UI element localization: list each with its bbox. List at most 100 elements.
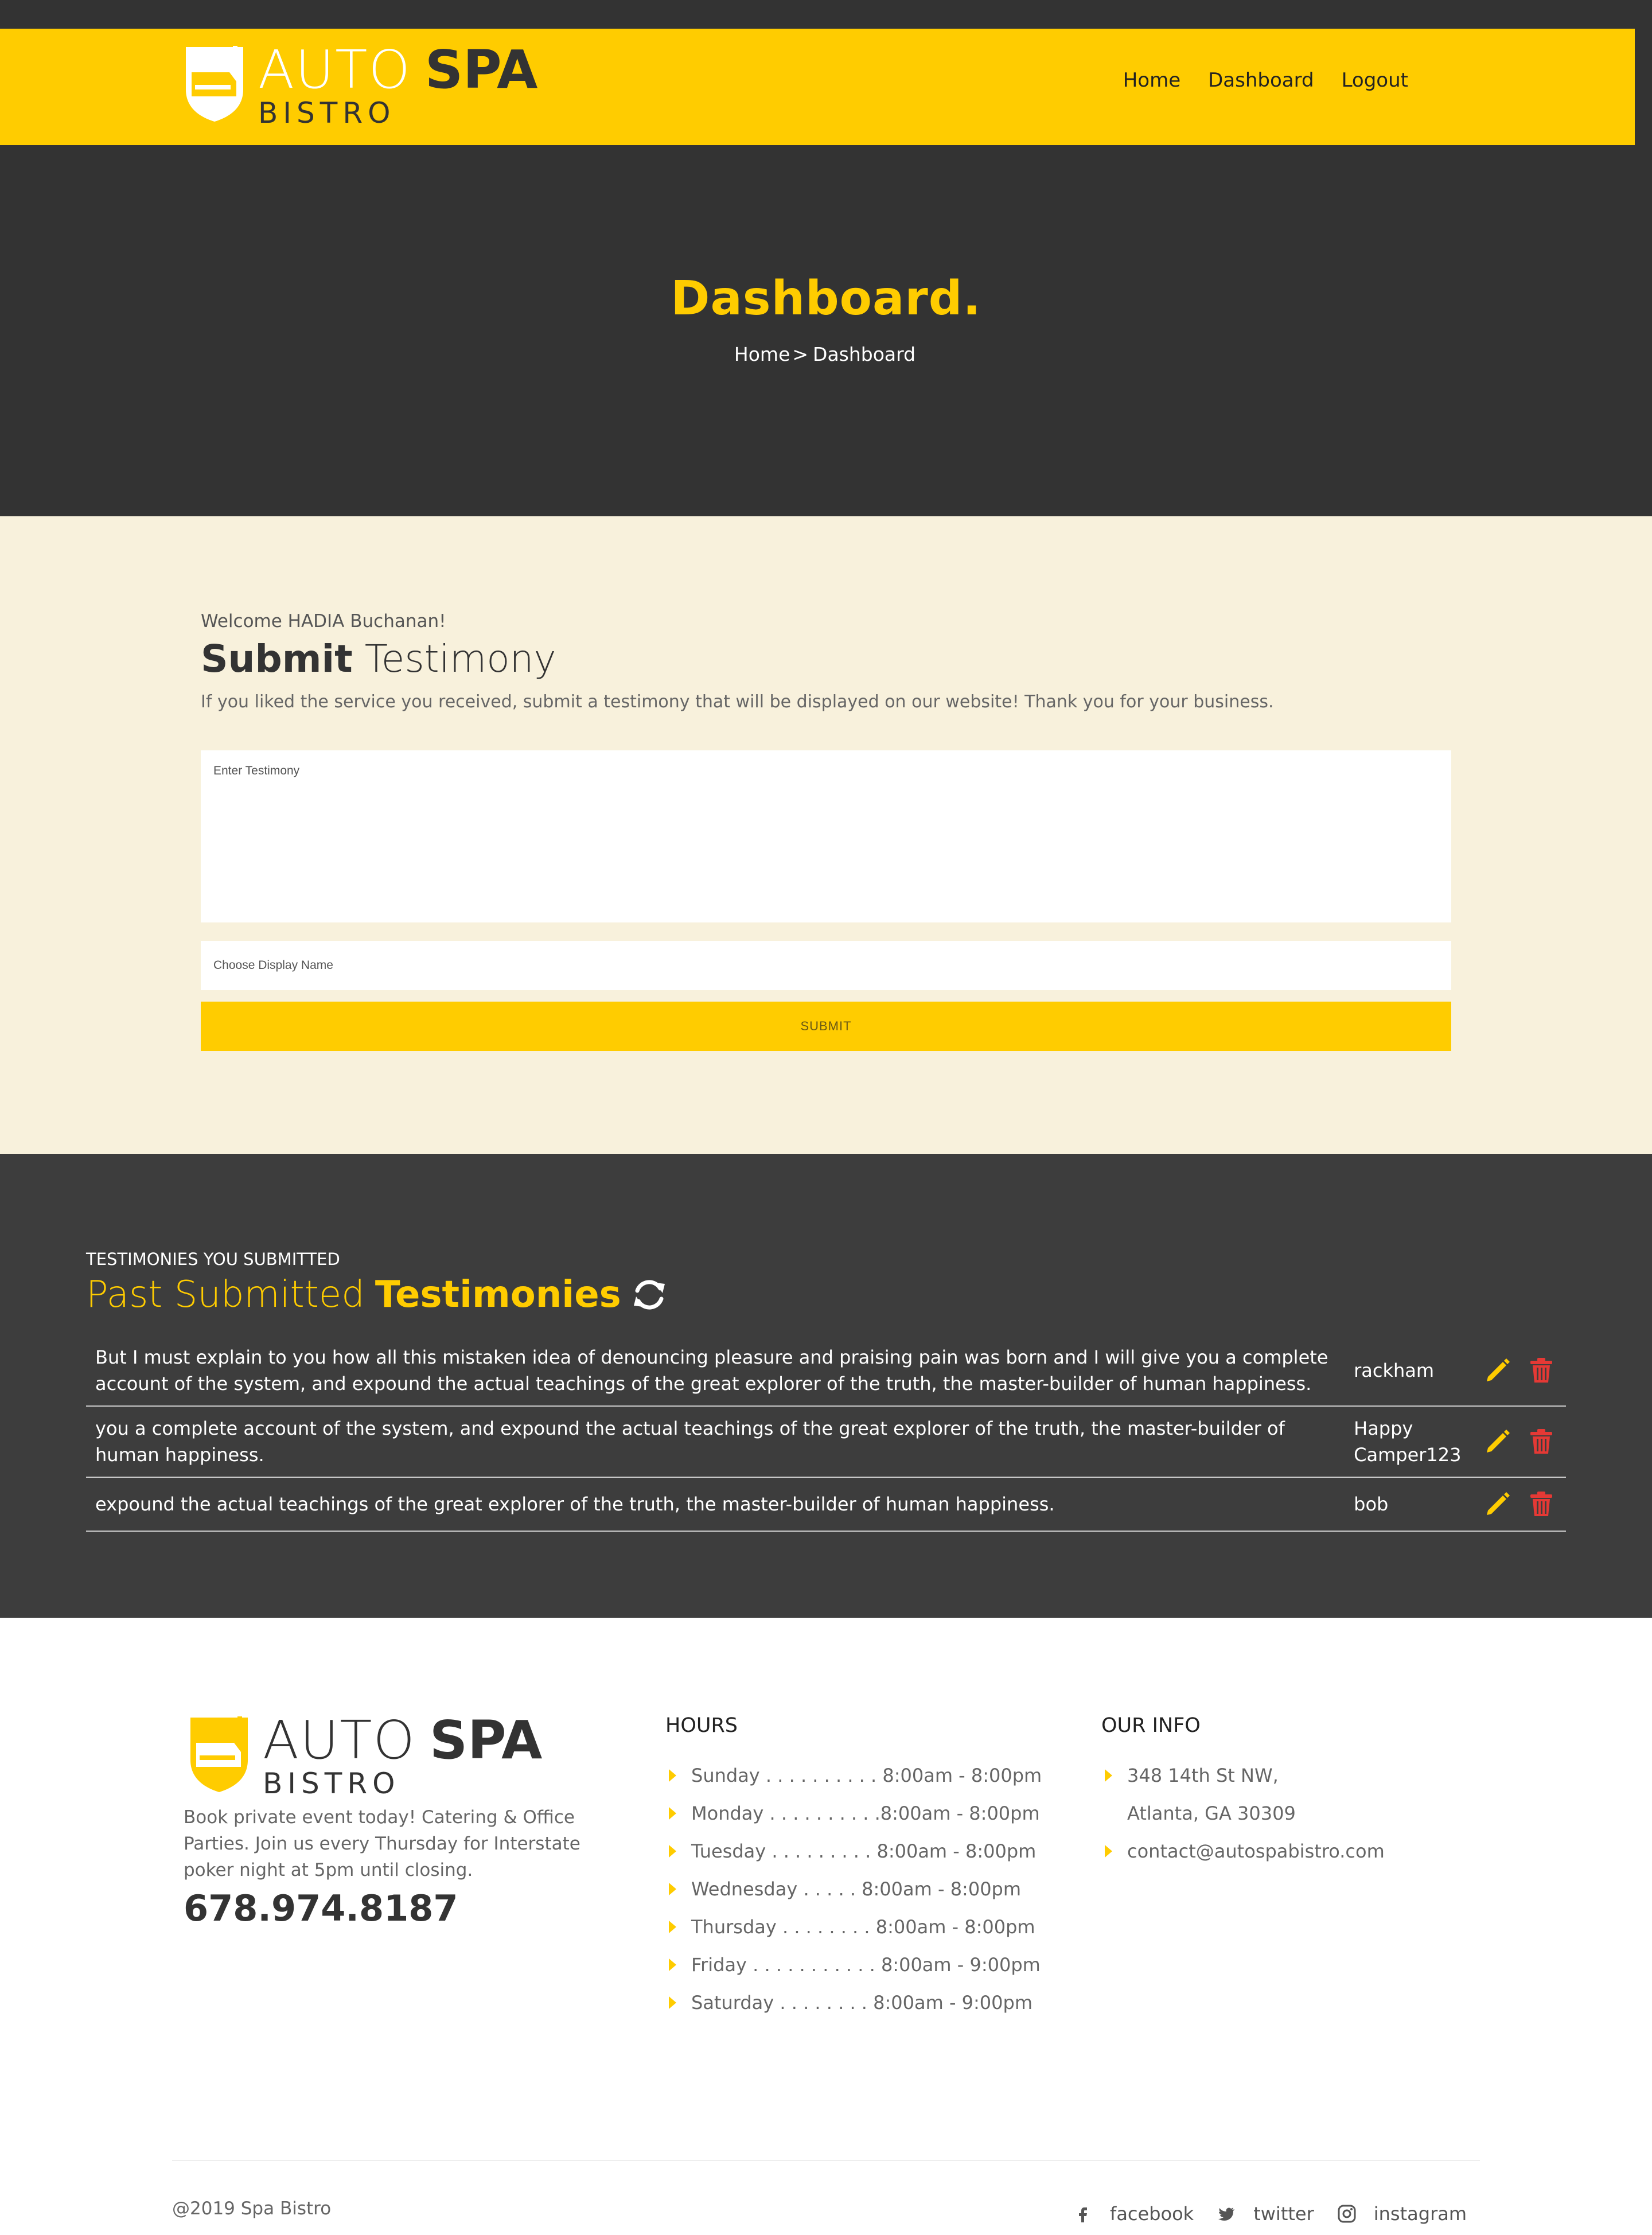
breadcrumb-current: Dashboard <box>813 343 916 365</box>
table-row: But I must explain to you how all this m… <box>86 1335 1566 1406</box>
testimony-name: bob <box>1354 1493 1389 1515</box>
past-title-light: Past Submitted <box>86 1274 365 1316</box>
arrow-right-icon <box>669 1921 676 1933</box>
info-list: 348 14th St NW, Atlanta, GA 30309 contac… <box>1101 1765 1385 1878</box>
edit-pencil-icon[interactable] <box>1483 1490 1512 1518</box>
social-links: facebook twitter instagram <box>1050 2203 1467 2225</box>
hours-entry: Sunday . . . . . . . . . . 8:00am - 8:00… <box>691 1765 1042 1786</box>
testimony-name: rackham <box>1354 1359 1435 1381</box>
top-strip <box>0 0 1652 29</box>
submit-button[interactable]: SUBMIT <box>201 1002 1451 1051</box>
arrow-right-icon <box>669 1883 676 1895</box>
hours-entry: Thursday . . . . . . . . 8:00am - 8:00pm <box>691 1916 1035 1938</box>
instagram-link[interactable]: instagram <box>1374 2203 1467 2225</box>
arrow-right-icon <box>1105 1845 1112 1858</box>
info-title: OUR INFO <box>1101 1714 1201 1737</box>
list-item: Atlanta, GA 30309 <box>1101 1802 1385 1840</box>
nav-logout-link[interactable]: Logout <box>1342 69 1408 92</box>
site-footer: AUTO SPA BISTRO Book private event today!… <box>0 1618 1652 2235</box>
row-actions <box>1468 1406 1566 1477</box>
hours-entry: Wednesday . . . . . 8:00am - 8:00pm <box>691 1878 1022 1900</box>
email-link[interactable]: contact@autospabistro.com <box>1127 1840 1385 1862</box>
logo-auto-text: AUTO <box>263 1710 416 1771</box>
breadcrumb: Home > Dashboard <box>0 343 1652 365</box>
table-row: you a complete account of the system, an… <box>86 1406 1566 1477</box>
display-name-input[interactable] <box>201 941 1451 990</box>
testimony-textarea[interactable] <box>201 750 1451 922</box>
address-line-2: Atlanta, GA 30309 <box>1127 1802 1296 1824</box>
facebook-icon[interactable] <box>1073 2204 1093 2224</box>
submit-intro: If you liked the service you received, s… <box>201 692 1274 712</box>
testimony-text: But I must explain to you how all this m… <box>95 1346 1328 1395</box>
logo-bistro-text: BISTRO <box>258 96 396 130</box>
footer-logo[interactable]: AUTO SPA BISTRO <box>188 1714 542 1798</box>
logo-auto-text: AUTO <box>258 39 411 100</box>
main-nav: Home Dashboard Logout <box>1123 69 1408 92</box>
logo-spa-text: SPA <box>424 39 538 100</box>
list-item: Saturday . . . . . . . . 8:00am - 9:00pm <box>665 1992 1042 2030</box>
past-title-bold: Testimonies <box>375 1274 621 1316</box>
edit-pencil-icon[interactable] <box>1483 1356 1512 1385</box>
hours-title: HOURS <box>665 1714 738 1737</box>
logo-shield-icon <box>184 44 251 124</box>
address-line-1: 348 14th St NW, <box>1127 1765 1279 1786</box>
row-actions <box>1468 1477 1566 1531</box>
testimony-text: you a complete account of the system, an… <box>95 1418 1285 1466</box>
past-title: Past Submitted Testimonies <box>86 1274 668 1316</box>
breadcrumb-home-link[interactable]: Home <box>734 343 790 365</box>
list-item: Wednesday . . . . . 8:00am - 8:00pm <box>665 1878 1042 1916</box>
footer-phone[interactable]: 678.974.8187 <box>184 1887 458 1929</box>
past-testimonies-section: TESTIMONIES YOU SUBMITTED Past Submitted… <box>0 1154 1652 1618</box>
hours-entry: Tuesday . . . . . . . . . 8:00am - 8:00p… <box>691 1840 1037 1862</box>
twitter-icon[interactable] <box>1217 2204 1236 2224</box>
table-row: expound the actual teachings of the grea… <box>86 1477 1566 1531</box>
row-actions <box>1468 1335 1566 1406</box>
arrow-right-icon <box>669 1769 676 1782</box>
submit-testimony-section: Welcome HADIA Buchanan! Submit Testimony… <box>0 516 1652 1154</box>
arrow-right-icon <box>669 1845 676 1858</box>
list-item: Monday . . . . . . . . . .8:00am - 8:00p… <box>665 1802 1042 1840</box>
list-item: 348 14th St NW, <box>1101 1765 1385 1802</box>
nav-home-link[interactable]: Home <box>1123 69 1180 92</box>
hours-entry: Saturday . . . . . . . . 8:00am - 9:00pm <box>691 1992 1032 2014</box>
list-item: Sunday . . . . . . . . . . 8:00am - 8:00… <box>665 1765 1042 1802</box>
submit-heading-bold: Submit <box>201 637 353 681</box>
arrow-right-icon <box>1105 1769 1112 1782</box>
list-item: Thursday . . . . . . . . 8:00am - 8:00pm <box>665 1916 1042 1954</box>
logo-bistro-text: BISTRO <box>263 1767 400 1800</box>
submit-heading: Submit Testimony <box>201 637 556 681</box>
hours-entry: Friday . . . . . . . . . . . 8:00am - 9:… <box>691 1954 1041 1976</box>
welcome-message: Welcome HADIA Buchanan! <box>201 611 446 632</box>
delete-trash-icon[interactable] <box>1527 1356 1556 1385</box>
edit-pencil-icon[interactable] <box>1483 1427 1512 1456</box>
site-header: AUTO SPA BISTRO Home Dashboard Logout <box>0 29 1635 145</box>
hero-banner: Dashboard. Home > Dashboard <box>0 145 1652 516</box>
hours-list: Sunday . . . . . . . . . . 8:00am - 8:00… <box>665 1765 1042 2030</box>
list-item: contact@autospabistro.com <box>1101 1840 1385 1878</box>
refresh-icon[interactable] <box>630 1276 668 1314</box>
testimony-text: expound the actual teachings of the grea… <box>95 1493 1055 1515</box>
twitter-link[interactable]: twitter <box>1253 2203 1314 2225</box>
list-item: Tuesday . . . . . . . . . 8:00am - 8:00p… <box>665 1840 1042 1878</box>
arrow-right-icon <box>669 1807 676 1820</box>
logo-shield-icon <box>188 1714 256 1794</box>
logo-spa-text: SPA <box>429 1710 543 1771</box>
brand-logo[interactable]: AUTO SPA BISTRO <box>184 44 537 127</box>
arrow-right-icon <box>669 1958 676 1971</box>
breadcrumb-separator: > <box>792 343 809 365</box>
testimonies-table: But I must explain to you how all this m… <box>86 1335 1566 1532</box>
arrow-right-icon <box>669 1996 676 2009</box>
list-item: Friday . . . . . . . . . . . 8:00am - 9:… <box>665 1954 1042 1992</box>
page-title: Dashboard. <box>671 271 981 326</box>
nav-dashboard-link[interactable]: Dashboard <box>1208 69 1314 92</box>
facebook-link[interactable]: facebook <box>1110 2203 1194 2225</box>
testimony-name: Happy Camper123 <box>1354 1418 1462 1466</box>
delete-trash-icon[interactable] <box>1527 1427 1556 1456</box>
footer-divider <box>172 2160 1480 2161</box>
submit-heading-light: Testimony <box>364 637 556 681</box>
hours-entry: Monday . . . . . . . . . .8:00am - 8:00p… <box>691 1802 1040 1824</box>
delete-trash-icon[interactable] <box>1527 1490 1556 1518</box>
instagram-icon[interactable] <box>1337 2204 1357 2224</box>
footer-about: Book private event today! Catering & Off… <box>184 1807 580 1880</box>
copyright: @2019 Spa Bistro <box>172 2198 332 2219</box>
